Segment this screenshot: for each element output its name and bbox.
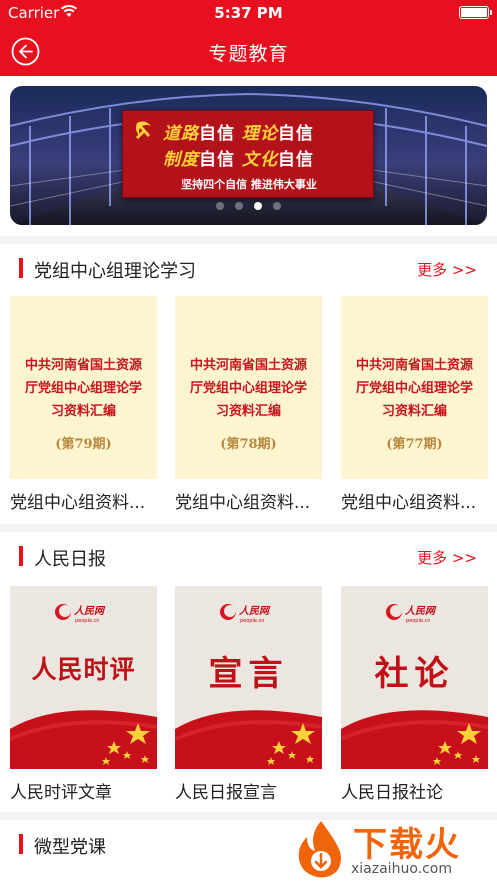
section-header: 人民日报 更多 >>	[0, 532, 497, 580]
section-party-study: 党组中心组理论学习 更多 >> 中共河南省国土资源厅党组中心组理论学习资料汇编 …	[0, 244, 497, 524]
peoples-daily-cover: 人民网 people.cn 宣言	[175, 586, 322, 769]
nav-bar: 专题教育	[0, 26, 497, 76]
svg-text:人民网: 人民网	[74, 605, 106, 617]
cover-title: 人民时评	[31, 655, 136, 684]
svg-text:人民网: 人民网	[239, 605, 271, 617]
more-link[interactable]: 更多 >>	[417, 259, 477, 280]
carousel-dot[interactable]	[216, 202, 224, 210]
cover-issue: (第78期)	[220, 437, 277, 452]
people-cn-logo: 人民网 people.cn	[386, 604, 437, 624]
flame-logo-icon	[298, 821, 341, 878]
more-link[interactable]: 更多 >>	[417, 547, 477, 568]
booklet-cover: 中共河南省国土资源厅党组中心组理论学习资料汇编 (第79期)	[10, 296, 157, 479]
card-caption: 党组中心组资料...	[341, 493, 477, 513]
page-title: 专题教育	[208, 43, 289, 65]
red-flag-image	[341, 710, 488, 769]
cover-title: 中共河南省国土资源厅党组中心组理论学习资料汇编	[24, 358, 142, 419]
cover-issue: (第77期)	[386, 437, 443, 452]
section-accent-bar	[19, 834, 23, 854]
section-peoples-daily: 人民日报 更多 >> 人民网 people.cn 人民时评 人民时评文章 人民网…	[0, 532, 497, 812]
section-accent-bar	[19, 258, 23, 278]
carousel-dot-active[interactable]	[254, 202, 262, 210]
svg-text:人民网: 人民网	[405, 605, 437, 617]
banner-section: 道路自信 理论自信 制度自信 文化自信 坚持四个自信 推进伟大事业	[0, 76, 497, 236]
section-header: 党组中心组理论学习 更多 >>	[0, 244, 497, 292]
card-caption: 人民日报宣言	[175, 783, 277, 803]
carousel-pagination	[10, 202, 487, 210]
watermark-url: xiazaihuo.com	[351, 861, 452, 877]
section-title: 微型党课	[34, 837, 106, 858]
banner-line-2: 制度自信 文化自信	[163, 150, 314, 170]
banner-tagline: 坚持四个自信 推进伟大事业	[181, 178, 317, 191]
cover-title: 社论	[374, 654, 455, 694]
cover-title: 中共河南省国土资源厅党组中心组理论学习资料汇编	[355, 358, 473, 419]
carousel-dot[interactable]	[273, 202, 281, 210]
clock: 5:37 PM	[214, 4, 283, 22]
banner-slogan-plate: 道路自信 理论自信 制度自信 文化自信 坚持四个自信 推进伟大事业	[122, 110, 374, 198]
card-caption: 人民时评文章	[10, 783, 112, 803]
party-emblem-icon	[136, 121, 151, 139]
section-title: 党组中心组理论学习	[34, 261, 196, 282]
site-watermark: 下载火 xiazaihuo.com	[293, 817, 493, 881]
cover-title: 宣言	[208, 654, 289, 694]
status-bar: Carrier 5:37 PM	[0, 0, 497, 26]
watermark-brand: 下载火	[353, 825, 461, 865]
card-caption: 党组中心组资料...	[10, 493, 146, 513]
peoples-daily-cover: 人民网 people.cn 人民时评	[10, 586, 157, 769]
booklet-cover: 中共河南省国土资源厅党组中心组理论学习资料汇编 (第77期)	[341, 296, 488, 479]
cover-title: 中共河南省国土资源厅党组中心组理论学习资料汇编	[189, 358, 307, 419]
carousel-dot[interactable]	[235, 202, 243, 210]
people-cn-logo: 人民网 people.cn	[220, 604, 271, 624]
section-title: 人民日报	[34, 549, 106, 570]
booklet-cover: 中共河南省国土资源厅党组中心组理论学习资料汇编 (第78期)	[175, 296, 322, 479]
cover-issue: (第79期)	[55, 437, 112, 452]
svg-text:people.cn: people.cn	[406, 618, 430, 624]
svg-text:people.cn: people.cn	[75, 618, 99, 624]
peoples-daily-cover: 人民网 people.cn 社论	[341, 586, 488, 769]
svg-text:people.cn: people.cn	[240, 618, 264, 624]
banner-line-1: 道路自信 理论自信	[163, 124, 314, 144]
card-caption: 人民日报社论	[341, 783, 443, 803]
red-flag-image	[175, 710, 322, 769]
people-cn-logo: 人民网 people.cn	[55, 604, 106, 624]
banner-carousel[interactable]: 道路自信 理论自信 制度自信 文化自信 坚持四个自信 推进伟大事业	[10, 86, 487, 225]
red-flag-image	[10, 710, 157, 769]
battery-icon	[459, 6, 492, 19]
card-caption: 党组中心组资料...	[175, 493, 311, 513]
section-accent-bar	[19, 546, 23, 566]
